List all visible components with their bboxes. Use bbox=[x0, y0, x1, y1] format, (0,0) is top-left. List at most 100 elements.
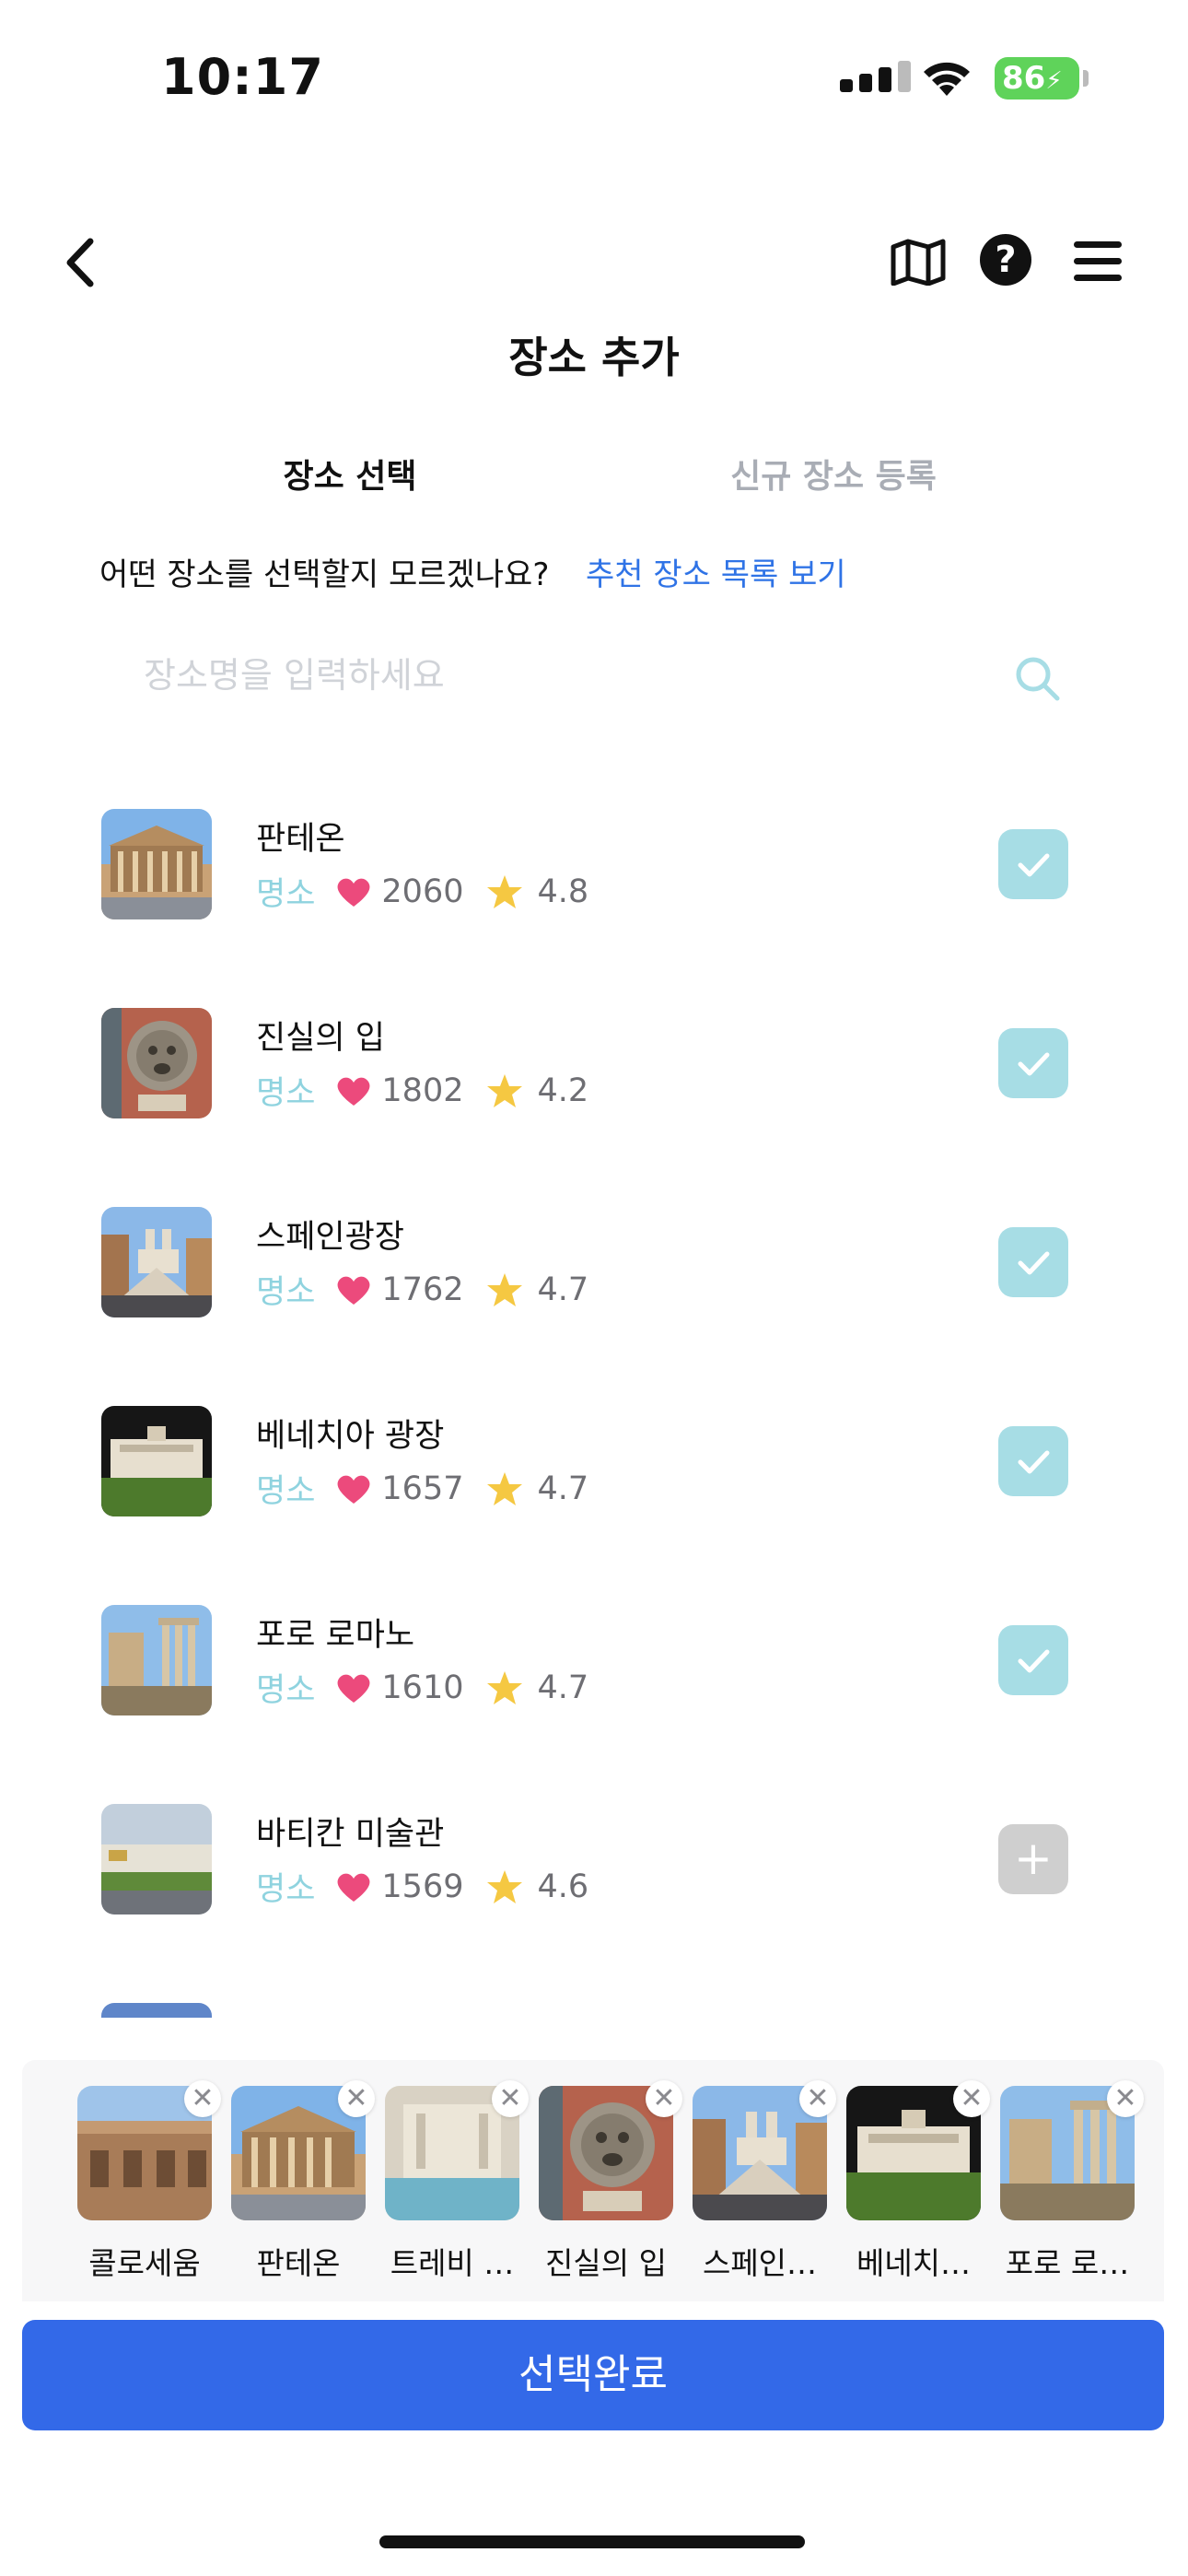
place-rating: 4.7 bbox=[537, 1469, 589, 1507]
place-meta: 명소 1657 4.7 bbox=[256, 1465, 588, 1512]
search-input[interactable] bbox=[142, 654, 974, 697]
chip-label: 판테온 bbox=[256, 2245, 341, 2281]
star-icon bbox=[487, 874, 523, 908]
place-likes: 1802 bbox=[381, 1071, 464, 1109]
search-bar bbox=[99, 641, 1089, 724]
place-rating: 4.6 bbox=[537, 1868, 589, 1905]
remove-chip-icon[interactable]: ✕ bbox=[492, 2080, 529, 2117]
place-thumbnail bbox=[101, 1008, 212, 1118]
place-likes: 1610 bbox=[381, 1669, 464, 1706]
selected-chip[interactable]: ✕ 트레비 … bbox=[385, 2080, 529, 2283]
plus-icon: + bbox=[1014, 1832, 1053, 1885]
selected-check-button[interactable] bbox=[998, 1028, 1068, 1098]
check-icon bbox=[1018, 1649, 1050, 1673]
chip-label: 포로 로… bbox=[1005, 2245, 1130, 2281]
chip-label: 진실의 입 bbox=[545, 2245, 667, 2281]
star-icon bbox=[487, 1869, 523, 1903]
place-rating: 4.7 bbox=[537, 1669, 589, 1706]
home-indicator bbox=[379, 2535, 805, 2548]
heart-icon bbox=[337, 1674, 370, 1703]
star-icon bbox=[487, 1272, 523, 1306]
chip-label: 콜로세움 bbox=[88, 2245, 201, 2281]
remove-chip-icon[interactable]: ✕ bbox=[184, 2080, 221, 2117]
place-name: 포로 로마노 bbox=[256, 1617, 415, 1654]
add-place-button[interactable]: + bbox=[998, 1824, 1068, 1894]
selected-check-button[interactable] bbox=[998, 1227, 1068, 1297]
selected-chip[interactable]: ✕ 포로 로… bbox=[1000, 2080, 1144, 2283]
list-item[interactable]: 베네치아 광장 명소 1657 4.7 bbox=[0, 1389, 1188, 1574]
list-item-partial[interactable] bbox=[0, 1986, 1188, 2018]
list-item[interactable]: 진실의 입 명소 1802 4.2 bbox=[0, 991, 1188, 1176]
selected-chip[interactable]: ✕ 진실의 입 bbox=[539, 2080, 682, 2283]
heart-icon bbox=[337, 1276, 370, 1305]
place-meta: 명소 1802 4.2 bbox=[256, 1067, 588, 1114]
place-name: 판테온 bbox=[256, 821, 345, 858]
place-category: 명소 bbox=[256, 1871, 316, 1908]
place-thumbnail bbox=[101, 1804, 212, 1914]
place-name: 스페인광장 bbox=[256, 1219, 405, 1256]
place-meta: 명소 2060 4.8 bbox=[256, 868, 588, 915]
remove-chip-icon[interactable]: ✕ bbox=[646, 2080, 682, 2117]
recommended-places-link[interactable]: 추천 장소 목록 보기 bbox=[586, 549, 846, 594]
chip-label: 베네치… bbox=[856, 2245, 972, 2281]
check-icon bbox=[1018, 853, 1050, 877]
tab-register-new-place[interactable]: 신규 장소 등록 bbox=[594, 450, 1073, 498]
list-item[interactable]: 바티칸 미술관 명소 1569 4.6 + bbox=[0, 1787, 1188, 1972]
heart-icon bbox=[337, 1873, 370, 1902]
selected-check-button[interactable] bbox=[998, 829, 1068, 899]
check-icon bbox=[1018, 1450, 1050, 1474]
selected-chip[interactable]: ✕ 베네치… bbox=[846, 2080, 990, 2283]
list-item[interactable]: 포로 로마노 명소 1610 4.7 bbox=[0, 1588, 1188, 1773]
selected-check-button[interactable] bbox=[998, 1426, 1068, 1496]
place-name: 바티칸 미술관 bbox=[256, 1816, 445, 1853]
chip-label: 트레비 … bbox=[390, 2245, 515, 2281]
back-button[interactable] bbox=[57, 230, 103, 295]
remove-chip-icon[interactable]: ✕ bbox=[953, 2080, 990, 2117]
place-likes: 1762 bbox=[381, 1270, 464, 1308]
selected-chip[interactable]: ✕ 콜로세움 bbox=[77, 2080, 221, 2283]
selected-chip[interactable]: ✕ 스페인… bbox=[693, 2080, 836, 2283]
help-icon[interactable]: ? bbox=[980, 234, 1031, 286]
charging-bolt-icon: ⚡ bbox=[1045, 67, 1063, 95]
heart-icon bbox=[337, 1475, 370, 1504]
place-name: 진실의 입 bbox=[256, 1020, 385, 1057]
place-name: 베네치아 광장 bbox=[256, 1418, 445, 1455]
status-bar: 10:17 86⚡ bbox=[0, 0, 1188, 157]
place-category: 명소 bbox=[256, 876, 316, 913]
remove-chip-icon[interactable]: ✕ bbox=[1107, 2080, 1144, 2117]
battery-level: 86 bbox=[1002, 60, 1046, 97]
hamburger-menu-icon[interactable] bbox=[1074, 241, 1122, 282]
tab-select-place[interactable]: 장소 선택 bbox=[111, 450, 589, 498]
remove-chip-icon[interactable]: ✕ bbox=[338, 2080, 375, 2117]
place-likes: 1569 bbox=[381, 1868, 464, 1905]
hint-text: 어떤 장소를 선택할지 모르겠나요? bbox=[99, 556, 550, 593]
place-thumbnail bbox=[101, 1207, 212, 1317]
list-item[interactable]: 판테온 명소 2060 4.8 bbox=[0, 792, 1188, 977]
place-meta: 명소 1610 4.7 bbox=[256, 1664, 588, 1711]
map-icon[interactable] bbox=[890, 238, 947, 286]
star-icon bbox=[487, 1670, 523, 1704]
battery-indicator: 86⚡ bbox=[995, 57, 1079, 100]
wifi-icon bbox=[924, 62, 970, 96]
done-selection-button[interactable]: 선택완료 bbox=[22, 2320, 1164, 2430]
place-category: 명소 bbox=[256, 1274, 316, 1311]
selected-check-button[interactable] bbox=[998, 1625, 1068, 1695]
place-category: 명소 bbox=[256, 1672, 316, 1709]
page-title: 장소 추가 bbox=[508, 333, 680, 382]
place-likes: 2060 bbox=[381, 872, 464, 910]
place-thumbnail bbox=[101, 2003, 212, 2018]
search-icon[interactable] bbox=[1011, 652, 1063, 704]
list-item[interactable]: 스페인광장 명소 1762 4.7 bbox=[0, 1190, 1188, 1375]
place-thumbnail bbox=[101, 809, 212, 919]
place-category: 명소 bbox=[256, 1075, 316, 1112]
remove-chip-icon[interactable]: ✕ bbox=[799, 2080, 836, 2117]
check-icon bbox=[1018, 1052, 1050, 1076]
selected-chip[interactable]: ✕ 판테온 bbox=[231, 2080, 375, 2283]
chip-label: 스페인… bbox=[702, 2245, 818, 2281]
star-icon bbox=[487, 1471, 523, 1505]
status-time: 10:17 bbox=[161, 48, 324, 106]
place-thumbnail bbox=[101, 1605, 212, 1715]
cellular-signal-icon bbox=[840, 61, 911, 92]
selected-places-tray: ✕ 콜로세움 ✕ 판테온 ✕ 트레비 … ✕ 진실의 입 ✕ 스페인… ✕ 베네… bbox=[22, 2060, 1164, 2301]
heart-icon bbox=[337, 878, 370, 907]
